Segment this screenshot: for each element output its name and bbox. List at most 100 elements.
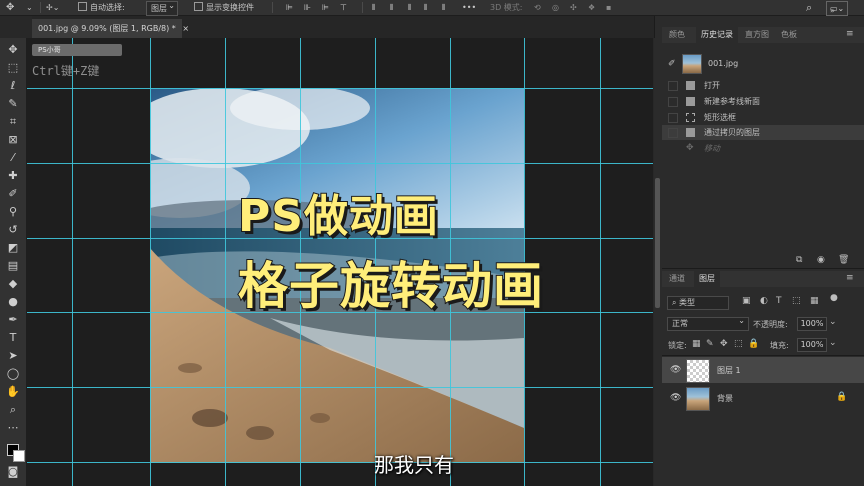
filter-adjustment-icon[interactable]: ◐ — [760, 296, 768, 306]
lock-position-icon[interactable]: ✥ — [720, 339, 728, 349]
lock-transparent-icon[interactable]: ▦ — [692, 339, 701, 349]
auto-select-dropdown[interactable]: 图层 — [146, 0, 178, 16]
filter-shape-icon[interactable]: ⬚ — [792, 296, 801, 306]
move-tool-icon[interactable]: ✥ — [4, 42, 22, 57]
filter-type-icon[interactable]: T — [776, 296, 782, 306]
lock-all-icon[interactable]: 🔒 — [748, 339, 759, 349]
filter-pixel-icon[interactable]: ▣ — [742, 296, 751, 306]
filter-toggle[interactable]: ● — [830, 293, 838, 303]
crop-tool-icon[interactable]: ⌗ — [4, 114, 22, 129]
opacity-chevron-icon[interactable]: ⌄ — [829, 317, 837, 327]
move-tool-icon[interactable]: ✥ — [6, 1, 14, 14]
visibility-eye-icon[interactable]: 👁 — [670, 393, 681, 403]
shortcut-hint: Ctrl键+Z键 — [32, 64, 100, 78]
align-right-icon[interactable]: ⊫ — [322, 1, 329, 14]
fill-label: 填充: — [770, 341, 789, 350]
move-icon: ✥ — [686, 143, 694, 153]
path-select-tool-icon[interactable]: ➤ — [4, 348, 22, 363]
distribute-left-icon[interactable]: ⫴ — [424, 1, 427, 14]
roll-3d-icon[interactable]: ◎ — [552, 1, 559, 14]
history-state[interactable]: 新建参考线新面 — [662, 94, 864, 109]
history-state-current[interactable]: 通过拷贝的图层 — [662, 125, 864, 140]
panel-menu-icon[interactable]: ≡ — [846, 29, 854, 39]
tab-layers[interactable]: 图层 — [694, 271, 720, 287]
quick-mask-icon[interactable]: ◙ — [4, 464, 22, 479]
tab-swatches[interactable]: 色板 — [776, 27, 802, 43]
history-state-label: 移动 — [704, 144, 720, 153]
blur-tool-icon[interactable]: ◆ — [4, 276, 22, 291]
filter-search-icon: ⌕ — [672, 298, 677, 307]
slide-3d-icon[interactable]: ❖ — [588, 1, 595, 14]
orbit-3d-icon[interactable]: ⟲ — [534, 1, 541, 14]
pen-tool-icon[interactable]: ✒ — [4, 312, 22, 327]
align-left-icon[interactable]: ⊫ — [286, 1, 293, 14]
layer-name: 背景 — [717, 394, 733, 403]
ellipse-tool-icon[interactable]: ◯ — [4, 366, 22, 381]
scale-3d-icon[interactable]: ▪ — [606, 1, 611, 14]
history-state-undone[interactable]: ✥ 移动 — [662, 141, 864, 156]
zoom-tool-icon[interactable]: ⌕ — [4, 402, 22, 417]
tab-channels[interactable]: 通道 — [664, 271, 690, 287]
history-state[interactable]: 矩形选框 — [662, 110, 864, 125]
tab-histogram[interactable]: 直方图 — [740, 27, 774, 43]
horizontal-guide — [27, 387, 653, 388]
fill-chevron-icon[interactable]: ⌄ — [829, 338, 837, 348]
align-top-icon[interactable]: ⊤ — [340, 1, 347, 14]
layer-row-selected[interactable]: 👁 图层 1 — [662, 357, 864, 383]
eraser-tool-icon[interactable]: ◩ — [4, 240, 22, 255]
close-tab-button[interactable]: × — [182, 24, 189, 33]
new-document-from-state-icon[interactable]: ⧉ — [796, 255, 802, 265]
lock-label: 锁定: — [668, 341, 687, 350]
layer-filter-dropdown[interactable]: ⌕ 类型 — [667, 296, 729, 310]
tool-preset-picker[interactable]: ⌄ — [26, 1, 33, 14]
history-state[interactable]: 打开 — [662, 78, 864, 93]
blend-mode-dropdown[interactable]: 正常 ⌄ — [667, 316, 749, 331]
clone-stamp-tool-icon[interactable]: ⚲ — [4, 204, 22, 219]
healing-brush-tool-icon[interactable]: ✚ — [4, 168, 22, 183]
layer-row[interactable]: 👁 背景 🔒 — [662, 385, 864, 411]
history-snapshot[interactable]: ✐ 001.jpg — [668, 54, 858, 74]
filter-smart-object-icon[interactable]: ▦ — [810, 296, 819, 306]
tab-history[interactable]: 历史记录 — [696, 27, 738, 43]
distribute-vcenter-icon[interactable]: ⫴ — [390, 1, 393, 14]
document-icon — [686, 97, 695, 106]
hand-tool-icon[interactable]: ✋ — [4, 384, 22, 399]
type-tool-icon[interactable]: T — [4, 330, 22, 345]
show-transform-label: 显示变换控件 — [206, 3, 254, 12]
lock-artboard-icon[interactable]: ⬚ — [734, 339, 743, 349]
opacity-input[interactable]: 100% — [797, 317, 827, 331]
distribute-right-icon[interactable]: ⫴ — [442, 1, 445, 14]
history-brush-tool-icon[interactable]: ↺ — [4, 222, 22, 237]
auto-select-checkbox[interactable]: 自动选择: — [78, 1, 125, 14]
canvas-scrollbar[interactable] — [654, 38, 662, 486]
quick-select-tool-icon[interactable]: ✎ — [4, 96, 22, 111]
distribute-top-icon[interactable]: ⫴ — [372, 1, 375, 14]
document-tab[interactable]: 001.jpg @ 9.09% (图层 1, RGB/8) * × — [32, 19, 189, 38]
gradient-tool-icon[interactable]: ▤ — [4, 258, 22, 273]
eyedropper-tool-icon[interactable]: ⁄ — [4, 150, 22, 165]
panel-collapse-icon[interactable]: » — [830, 6, 835, 15]
frame-tool-icon[interactable]: ⊠ — [4, 132, 22, 147]
marquee-tool-icon[interactable]: ⬚ — [4, 60, 22, 75]
show-transform-checkbox[interactable]: 显示变换控件 — [194, 1, 254, 14]
layers-panel-menu-icon[interactable]: ≡ — [846, 273, 854, 283]
tab-color[interactable]: 颜色 — [664, 27, 690, 43]
dodge-tool-icon[interactable]: ● — [4, 294, 22, 309]
drag-3d-icon[interactable]: ✣ — [570, 1, 577, 14]
vertical-guide — [150, 38, 151, 486]
search-icon[interactable]: ⌕ — [806, 1, 812, 14]
visibility-eye-icon[interactable]: 👁 — [670, 365, 681, 375]
more-options-button[interactable]: ••• — [462, 1, 476, 14]
distribute-bottom-icon[interactable]: ⫴ — [408, 1, 411, 14]
trash-icon[interactable]: 🗑 — [838, 255, 849, 265]
fill-input[interactable]: 100% — [797, 338, 827, 352]
lock-image-icon[interactable]: ✎ — [706, 339, 714, 349]
history-state-label: 矩形选框 — [704, 113, 736, 122]
edit-toolbar-icon[interactable]: ⋯ — [4, 420, 22, 435]
move-arrows-icon[interactable]: ✢⌄ — [46, 1, 59, 14]
brush-tool-icon[interactable]: ✐ — [4, 186, 22, 201]
background-color-swatch[interactable] — [13, 450, 25, 462]
lasso-tool-icon[interactable]: ℓ — [4, 78, 22, 93]
camera-snapshot-icon[interactable]: ◉ — [817, 255, 825, 265]
align-center-h-icon[interactable]: ⊪ — [304, 1, 311, 14]
